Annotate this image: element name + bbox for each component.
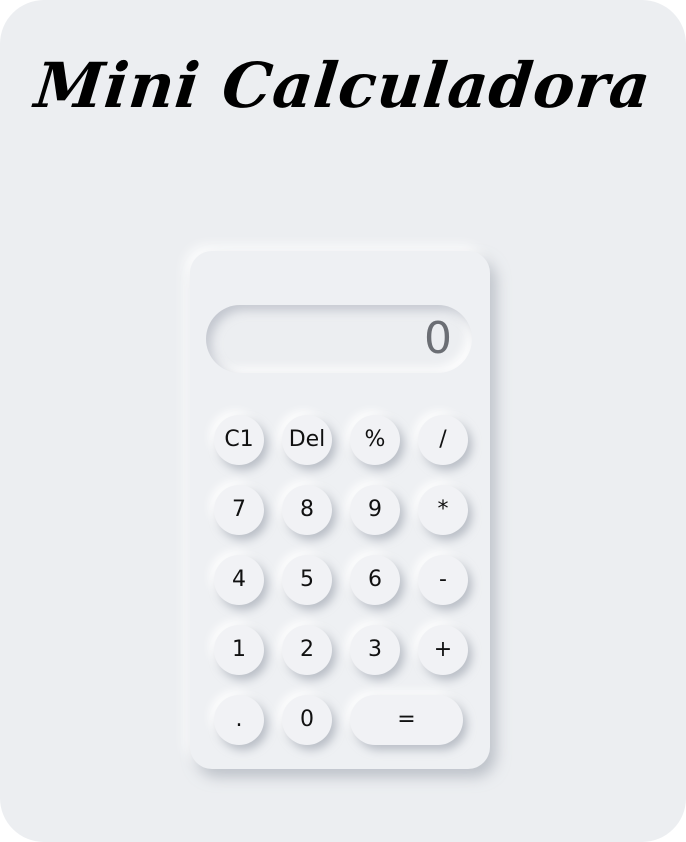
multiply-button[interactable]: *: [418, 485, 468, 535]
digit-7-button[interactable]: 7: [214, 485, 264, 535]
page-title: Mini Calculadora: [31, 49, 655, 122]
digit-1-button[interactable]: 1: [214, 625, 264, 675]
page-background: Mini Calculadora 0 C1 Del % / 7 8 9 * 4 …: [0, 0, 686, 842]
decimal-button[interactable]: .: [214, 695, 264, 745]
digit-6-button[interactable]: 6: [350, 555, 400, 605]
digit-9-button[interactable]: 9: [350, 485, 400, 535]
calculator-display: 0: [206, 305, 472, 373]
subtract-button[interactable]: -: [418, 555, 468, 605]
add-button[interactable]: +: [418, 625, 468, 675]
delete-button[interactable]: Del: [282, 415, 332, 465]
digit-2-button[interactable]: 2: [282, 625, 332, 675]
digit-3-button[interactable]: 3: [350, 625, 400, 675]
digit-5-button[interactable]: 5: [282, 555, 332, 605]
percent-button[interactable]: %: [350, 415, 400, 465]
digit-8-button[interactable]: 8: [282, 485, 332, 535]
divide-button[interactable]: /: [418, 415, 468, 465]
keypad: C1 Del % / 7 8 9 * 4 5 6 - 1 2 3 + . 0 =: [214, 415, 470, 749]
equals-button[interactable]: =: [350, 695, 463, 745]
digit-4-button[interactable]: 4: [214, 555, 264, 605]
calculator-panel: 0 C1 Del % / 7 8 9 * 4 5 6 - 1 2 3 + . 0…: [190, 251, 490, 769]
clear-button[interactable]: C1: [214, 415, 264, 465]
digit-0-button[interactable]: 0: [282, 695, 332, 745]
